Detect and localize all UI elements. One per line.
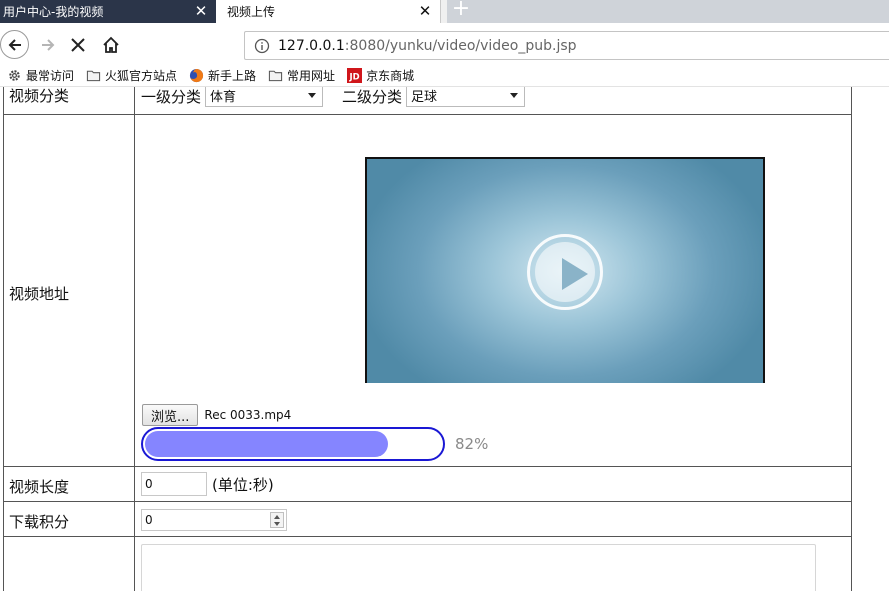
arrow-left-icon	[8, 38, 21, 51]
level2-label: 二级分类	[342, 87, 403, 106]
tab-my-videos[interactable]: 用户中心-我的视频 ✕	[0, 0, 216, 23]
close-icon[interactable]: ✕	[191, 0, 211, 23]
close-icon[interactable]: ✕	[415, 0, 435, 23]
forward-button[interactable]	[34, 31, 62, 59]
stop-button[interactable]	[64, 31, 92, 59]
video-length-label: 视频长度	[9, 478, 70, 496]
download-points-input[interactable]: 0	[141, 509, 287, 531]
folder-icon	[86, 70, 101, 82]
new-tab-icon[interactable]: +	[447, 0, 475, 23]
info-icon[interactable]	[254, 38, 270, 54]
bookmark-label: 最常访问	[26, 69, 75, 83]
browse-button[interactable]: 浏览...	[142, 404, 199, 426]
level1-label: 一级分类	[141, 87, 202, 106]
bookmark-label: 火狐官方站点	[105, 69, 178, 83]
bookmark-label: 常用网址	[287, 69, 336, 83]
home-icon	[103, 36, 119, 53]
category-selectors: 一级分类 体育 二级分类 足球	[141, 87, 526, 107]
upload-progress: 82%	[141, 427, 488, 461]
tab-video-upload[interactable]: 视频上传 ✕	[216, 0, 441, 23]
level2-value: 足球	[411, 90, 438, 105]
video-length-field: 0 (单位:秒)	[141, 472, 274, 496]
chevron-down-icon	[510, 93, 519, 98]
category-label: 视频分类	[9, 87, 70, 105]
play-icon[interactable]	[527, 234, 603, 310]
row-divider	[3, 501, 852, 502]
tab-title: 用户中心-我的视频	[3, 5, 104, 19]
tab-bar: 用户中心-我的视频 ✕ 视频上传 ✕ +	[0, 0, 889, 23]
page-viewport: 视频分类 一级分类 体育 二级分类 足球 视频地址 浏览... Rec 0033…	[0, 87, 889, 591]
description-textarea[interactable]	[141, 544, 816, 591]
chevron-down-icon	[308, 93, 317, 98]
address-bar[interactable]: 127.0.0.1:8080/yunku/video/video_pub.jsp	[244, 31, 889, 60]
svg-text:JD: JD	[349, 71, 360, 81]
level1-select[interactable]: 体育	[205, 87, 324, 107]
bookmark-label: 京东商城	[366, 69, 415, 83]
file-name: Rec 0033.mp4	[204, 408, 292, 422]
firefox-icon	[189, 68, 204, 83]
video-player[interactable]	[365, 157, 765, 383]
row-divider	[3, 466, 852, 467]
jd-icon: JD	[347, 68, 363, 83]
tab-strip-background	[475, 0, 889, 23]
url-text: 127.0.0.1:8080/yunku/video/video_pub.jsp	[278, 38, 577, 54]
video-length-input[interactable]: 0	[141, 472, 207, 496]
bookmark-most-visited[interactable]: 最常访问	[7, 67, 74, 84]
level2-select[interactable]: 足球	[406, 87, 526, 107]
back-button[interactable]	[0, 30, 29, 59]
bookmark-firefox-site[interactable]: 火狐官方站点	[86, 67, 177, 84]
row-divider	[3, 536, 852, 537]
bookmark-common-sites[interactable]: 常用网址	[268, 67, 335, 84]
video-address-label: 视频地址	[9, 285, 70, 303]
stop-icon	[71, 38, 85, 52]
bookmark-getting-started[interactable]: 新手上路	[189, 67, 256, 84]
spinner-icon[interactable]	[270, 512, 284, 528]
progress-fill	[145, 431, 388, 457]
progress-percent: 82%	[455, 435, 489, 453]
row-divider	[3, 114, 852, 115]
url-path: :8080/yunku/video/video_pub.jsp	[344, 37, 577, 54]
navigation-bar: 127.0.0.1:8080/yunku/video/video_pub.jsp	[0, 23, 889, 65]
column-divider	[134, 87, 135, 591]
home-button[interactable]	[97, 31, 125, 59]
arrow-right-icon	[42, 39, 55, 51]
level1-value: 体育	[210, 90, 237, 105]
download-points-label: 下载积分	[9, 513, 70, 531]
progress-bar	[141, 427, 445, 461]
url-host: 127.0.0.1	[278, 37, 345, 54]
bookmark-jd-mall[interactable]: JD 京东商城	[347, 67, 414, 84]
unit-text: (单位:秒)	[212, 475, 274, 494]
gear-icon	[9, 70, 20, 81]
folder-icon	[268, 70, 283, 82]
bookmarks-toolbar: 最常访问 火狐官方站点 新手上路 常用网址 JD 京东商城	[0, 65, 889, 87]
file-picker: 浏览... Rec 0033.mp4	[142, 404, 291, 426]
bookmark-label: 新手上路	[208, 69, 257, 83]
tab-title: 视频上传	[227, 5, 276, 19]
download-points-value: 0	[145, 513, 153, 527]
